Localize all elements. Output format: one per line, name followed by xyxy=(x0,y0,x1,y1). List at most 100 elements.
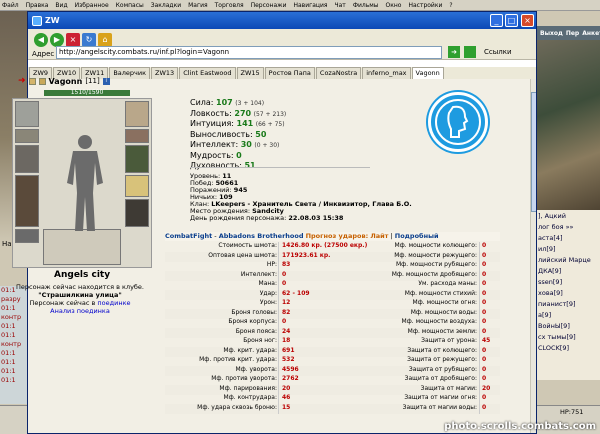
divider xyxy=(190,167,370,168)
info-row: День рождения персонажа: 22.08.03 15:38 xyxy=(190,214,343,222)
chat-line[interactable]: ssen[9] xyxy=(538,278,598,289)
watermark: photo.scrolls.combats.com xyxy=(444,421,596,432)
site-name[interactable]: CombatFight xyxy=(165,232,212,240)
table-row: Мф. уворота: 4596 Защита от рубящего: 0 xyxy=(165,365,500,376)
bracers-slot[interactable] xyxy=(15,129,39,143)
right-stat-value: 0 xyxy=(479,308,499,319)
game-header-item[interactable]: Анкета xyxy=(582,30,600,37)
stat-row: Духовность: 51 xyxy=(190,161,256,170)
chat-line[interactable]: ВойнЫ[9] xyxy=(538,322,598,333)
game-menu-item[interactable]: Фильмы xyxy=(353,2,379,9)
left-stat-label: Броня пояса: xyxy=(235,327,277,335)
chat-line[interactable]: ДКА[9] xyxy=(538,267,598,278)
chat-line[interactable]: а[9] xyxy=(538,311,598,322)
stat-row: Сила: 107 (3 + 104) xyxy=(190,98,264,107)
chat-line[interactable]: аста[4] xyxy=(538,234,598,245)
close-button[interactable]: × xyxy=(521,14,534,27)
game-menu-item[interactable]: Торговля xyxy=(215,2,244,9)
right-stat-label: Мф. мощности воды: xyxy=(410,308,477,316)
right-stat-label: Мф. мощности режущего: xyxy=(394,251,477,259)
stat-row: Ловкость: 270 (57 + 213) xyxy=(190,109,286,118)
belt-slot[interactable] xyxy=(15,229,39,243)
right-stat-value: 0 xyxy=(479,394,499,404)
table-row: Урон: 12 Мф. мощности огня: 0 xyxy=(165,299,500,309)
links-label[interactable]: Ссылки xyxy=(484,48,512,56)
info-icon[interactable]: i xyxy=(102,77,110,85)
left-stat-label: Урон: xyxy=(259,299,277,306)
tab-vagonn[interactable]: Vagonn xyxy=(411,67,444,79)
analysis-link[interactable]: Анализ поединка xyxy=(0,307,160,315)
fight-link[interactable]: поединке xyxy=(97,299,130,307)
game-menu-item[interactable]: Магия xyxy=(188,2,208,9)
game-menu-item[interactable]: Окно xyxy=(386,2,402,9)
weapon-slot[interactable] xyxy=(15,145,39,173)
game-menu-item[interactable]: Навигация xyxy=(293,2,327,9)
game-menu-item[interactable]: ? xyxy=(449,2,452,9)
game-menu-item[interactable]: Файл xyxy=(2,2,19,9)
chat-line[interactable]: сх тымы[9] xyxy=(538,333,598,344)
right-stat-label: Защита от урона: xyxy=(421,337,477,344)
back-arrow-icon[interactable]: ◀ xyxy=(34,33,48,47)
boots-slot[interactable] xyxy=(125,199,149,227)
right-stat-value: 0 xyxy=(479,251,499,262)
right-stat-label: Защита от колющего: xyxy=(407,346,477,354)
title-bar[interactable]: ZW _ □ × xyxy=(28,12,536,29)
chat-line[interactable]: CLOCK[9] xyxy=(538,344,598,355)
tab-zw15[interactable]: ZW15 xyxy=(236,67,264,79)
game-menu-item[interactable]: Правка xyxy=(26,2,49,9)
chat-line[interactable]: ], Ацкий xyxy=(538,212,598,223)
gloves-slot[interactable] xyxy=(125,129,149,143)
rings-slot[interactable] xyxy=(125,101,149,127)
chat-line[interactable]: ил[9] xyxy=(538,245,598,256)
armor-slot[interactable] xyxy=(15,175,39,227)
tab-валерчик[interactable]: Валерчик xyxy=(109,67,151,79)
info-label: День рождения персонажа: xyxy=(190,214,287,222)
game-menu-item[interactable]: Закладки xyxy=(151,2,181,9)
game-header-item[interactable]: Выход xyxy=(540,30,563,37)
game-menu-item[interactable]: Избранное xyxy=(75,2,109,9)
game-menu-item[interactable]: Компасы xyxy=(116,2,144,9)
game-menu-item[interactable]: Настройки xyxy=(408,2,442,9)
game-menu-item[interactable]: Вид xyxy=(55,2,67,9)
chat-line[interactable]: пианист[9] xyxy=(538,300,598,311)
game-menu-item[interactable]: Персонажи xyxy=(251,2,287,9)
helmet-slot[interactable] xyxy=(15,101,39,127)
minimize-button[interactable]: _ xyxy=(490,14,503,27)
forecast-light-link[interactable]: Лайт xyxy=(370,232,388,240)
refresh-icon[interactable]: ↻ xyxy=(82,33,96,47)
offhand-slot[interactable] xyxy=(125,145,149,173)
table-row: Интеллект: 0 Мф. мощности дробящего: 0 xyxy=(165,270,500,281)
chat-line[interactable]: лог боя »» xyxy=(538,223,598,234)
tab-inferno-max[interactable]: inferno_max xyxy=(362,67,411,79)
address-input[interactable]: http://angelscity.combats.ru/inf.pl?logi… xyxy=(56,46,442,59)
go-arrow-icon[interactable] xyxy=(464,46,476,58)
game-header-item[interactable]: Пер xyxy=(566,30,579,37)
fight-status: Персонаж сейчас в поединке xyxy=(0,299,160,307)
home-icon[interactable]: ⌂ xyxy=(98,33,112,47)
stop-icon[interactable]: × xyxy=(66,33,80,47)
stat-row: Интеллект: 30 (0 + 30) xyxy=(190,140,279,149)
shield-slot[interactable] xyxy=(125,175,149,197)
game-menu-item[interactable]: Чат xyxy=(335,2,346,9)
address-label: Адрес xyxy=(32,50,55,58)
clan-icon xyxy=(38,77,46,85)
right-stat-label: Мф. мощности рубящего: xyxy=(395,261,477,268)
tab-cozanostra[interactable]: CozaNostra xyxy=(315,67,362,79)
left-stat-value: 532 xyxy=(278,356,333,366)
scrollbar-thumb[interactable] xyxy=(531,92,536,212)
tab-clint-eastwood[interactable]: Clint Eastwood xyxy=(179,67,236,79)
left-stat-value: 24 xyxy=(278,327,333,338)
go-button[interactable]: ➜ xyxy=(448,46,460,58)
chat-line[interactable]: лийский Марце xyxy=(538,256,598,267)
forecast-detailed-link[interactable]: Подробный xyxy=(395,232,439,240)
right-stat-label: Защита от магии огня: xyxy=(404,394,477,401)
maximize-button[interactable]: □ xyxy=(505,14,518,27)
left-stat-label: Мф. против уворота: xyxy=(211,375,277,382)
tab-zw13[interactable]: ZW13 xyxy=(151,67,179,79)
clan-emblem-icon xyxy=(435,99,481,145)
amulets-slot[interactable] xyxy=(43,229,121,265)
forward-arrow-icon[interactable]: ▶ xyxy=(50,33,64,47)
left-stat-value: 0 xyxy=(278,318,333,328)
chat-line[interactable]: хова[9] xyxy=(538,289,598,300)
tab-ростов-папа[interactable]: Ростов Папа xyxy=(264,67,315,79)
